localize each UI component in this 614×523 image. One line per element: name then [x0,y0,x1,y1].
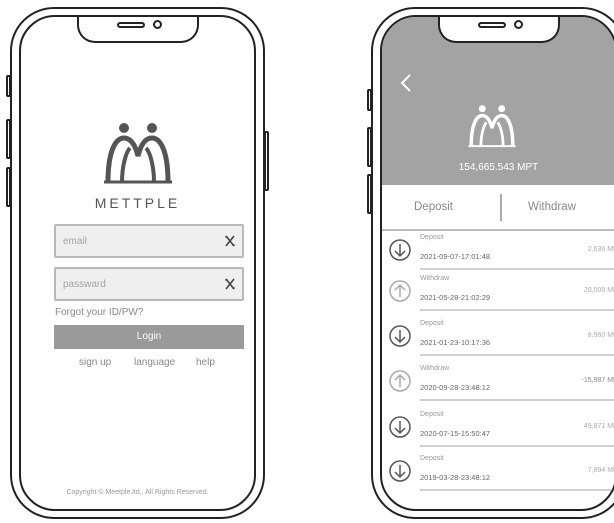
clear-x-icon[interactable] [225,235,235,247]
row-divider [420,309,614,311]
volume-down-button [367,174,372,214]
language-link[interactable]: language [134,357,175,368]
transaction-amount: 8,960 MPT [587,332,614,339]
transaction-date: 2020-09-28-23:48:12 [420,383,491,392]
tab-divider [500,194,502,221]
arrow-down-circle-icon [389,416,411,438]
chevron-left-icon[interactable] [400,73,412,93]
wallet-screen: 154,665.543 MPT Deposit Withdraw Deposit… [380,15,614,511]
transaction-date: 2019-03-28-23:48:12 [420,473,491,482]
notch [437,17,560,43]
row-divider [420,399,614,401]
tab-deposit[interactable]: Deposit [414,201,453,213]
transaction-date: 2021-09-07-17:01:48 [420,252,491,261]
row-divider [420,489,614,491]
transaction-row[interactable]: Deposit 2021-01-23-10:17:36 8,960 MPT [382,320,614,364]
wallet-phone-frame: 154,665.543 MPT Deposit Withdraw Deposit… [367,7,614,519]
arrow-down-circle-icon [389,325,411,347]
clear-x-icon[interactable] [225,278,235,290]
arrow-down-circle-icon [389,460,411,482]
transaction-type: Withdraw [420,275,450,282]
transaction-date: 2021-05-28-21:02:29 [420,293,491,302]
volume-up-button [367,127,372,167]
transaction-amount: -15,987 MPT [581,377,614,384]
power-button [264,131,269,191]
footer-links: sign up language help [54,357,244,371]
logo-icon [103,123,172,184]
sign-up-link[interactable]: sign up [79,357,111,368]
transaction-amount: 20,000 MPT [583,287,614,294]
row-divider [420,354,614,356]
forgot-password-link[interactable]: Forgot your ID/PW? [55,307,143,318]
brand-name: METTPLE [94,195,181,211]
transaction-row[interactable]: Deposit 2020-07-15-15:50:47 49,871 MPT [382,411,614,455]
login-phone-frame: METTPLE Forgot your ID/PW? Login sign up… [6,7,269,519]
mettple-logo [21,122,254,189]
volume-down-button [6,167,11,207]
arrow-down-circle-icon [389,239,411,261]
silent-switch [367,89,372,111]
transaction-row[interactable]: Deposit 2021-09-07-17:01:48 2,630 MPT [382,234,614,278]
transaction-type: Deposit [420,234,444,241]
login-screen: METTPLE Forgot your ID/PW? Login sign up… [19,15,256,511]
volume-up-button [6,119,11,159]
transaction-row[interactable]: Deposit 2019-03-28-23:48:12 7,894 MPT [382,455,614,499]
transaction-row[interactable]: Withdraw 2021-05-28-21:02:29 20,000 MPT [382,275,614,319]
row-divider [420,445,614,447]
notch [76,17,199,43]
password-field[interactable] [54,267,244,301]
camera-icon [513,20,523,29]
logo-icon [468,105,516,148]
email-field[interactable] [54,224,244,258]
arrow-up-circle-icon [389,370,411,392]
transaction-amount: 7,894 MPT [587,467,614,474]
transaction-type: Deposit [420,411,444,418]
copyright-text: Copyright © Meetple.ltd,. All Rights Res… [66,489,209,496]
wallet-tabs: Deposit Withdraw [382,185,614,231]
tab-withdraw[interactable]: Withdraw [528,201,576,213]
transaction-date: 2021-01-23-10:17:36 [420,338,491,347]
login-button[interactable]: Login [54,325,244,349]
transaction-amount: 2,630 MPT [587,246,614,253]
balance-amount: 154,665.543 MPT [458,162,539,173]
password-input[interactable] [56,269,216,299]
transaction-row[interactable]: Withdraw 2020-09-28-23:48:12 -15,987 MPT [382,365,614,409]
transaction-type: Withdraw [420,365,450,372]
email-input[interactable] [56,226,216,256]
transaction-amount: 49,871 MPT [583,423,614,430]
transaction-type: Deposit [420,320,444,327]
silent-switch [6,75,11,97]
arrow-up-circle-icon [389,280,411,302]
speaker-icon [116,22,145,28]
transaction-type: Deposit [420,455,444,462]
row-divider [420,268,614,270]
speaker-icon [477,22,506,28]
help-link[interactable]: help [196,357,215,368]
transaction-date: 2020-07-15-15:50:47 [420,429,491,438]
camera-icon [152,20,162,29]
